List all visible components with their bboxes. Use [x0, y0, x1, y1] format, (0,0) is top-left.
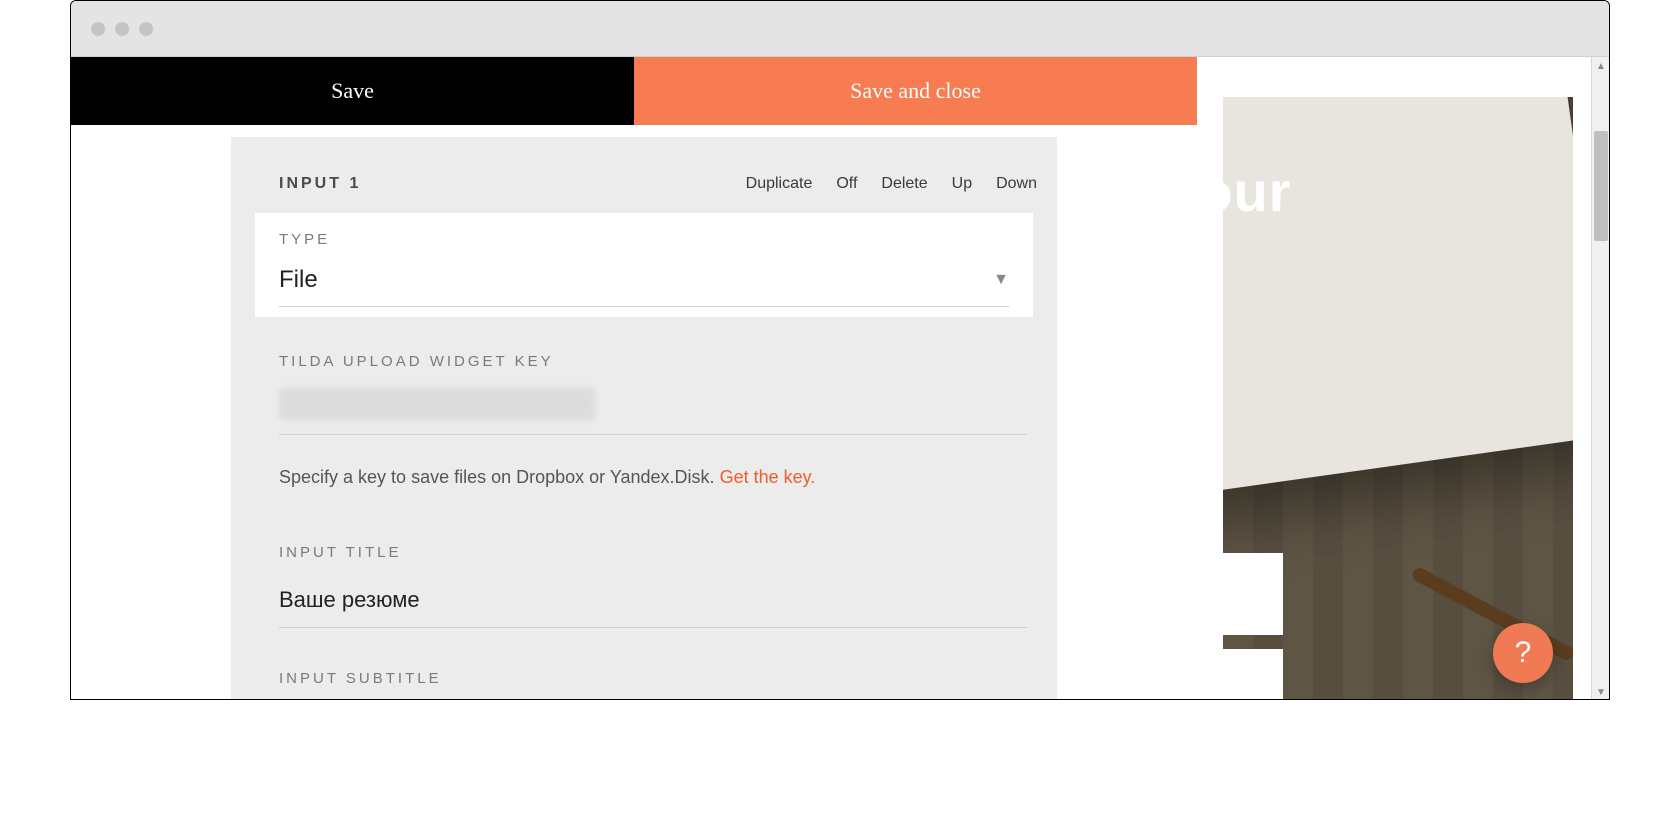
type-select[interactable]: File ▼: [279, 266, 1009, 307]
widget-key-value-redacted: [279, 388, 595, 420]
type-label: TYPE: [279, 231, 1009, 248]
widget-key-label: TILDA UPLOAD WIDGET KEY: [279, 353, 1027, 370]
type-card: TYPE File ▼: [255, 213, 1033, 317]
chevron-down-icon: ▼: [993, 271, 1009, 289]
scroll-down-icon[interactable]: ▼: [1592, 683, 1609, 700]
input-subtitle-label: INPUT SUBTITLE: [279, 670, 1027, 687]
input-title-section: INPUT TITLE: [231, 488, 1057, 628]
editor-topbar: Save Save and close: [71, 57, 1197, 125]
editor-panel-container: INPUT 1 Duplicate Off Delete Up Down TYP…: [71, 125, 1057, 700]
browser-window: ne of our ion ▲ ▼ Save Save and close IN…: [70, 0, 1610, 700]
section-actions: Duplicate Off Delete Up Down: [746, 175, 1037, 193]
help-button[interactable]: ?: [1493, 623, 1553, 683]
widget-key-section: TILDA UPLOAD WIDGET KEY Specify a key to…: [231, 317, 1057, 488]
viewport: ne of our ion ▲ ▼ Save Save and close IN…: [71, 57, 1609, 700]
save-button[interactable]: Save: [71, 57, 634, 125]
scroll-up-icon[interactable]: ▲: [1592, 57, 1609, 75]
window-minimize-icon[interactable]: [115, 22, 129, 36]
input-title-field[interactable]: [279, 579, 1027, 628]
vertical-scrollbar[interactable]: ▲ ▼: [1591, 57, 1609, 700]
save-and-close-button[interactable]: Save and close: [634, 57, 1197, 125]
scrollbar-thumb[interactable]: [1594, 131, 1608, 241]
up-action[interactable]: Up: [952, 175, 972, 193]
input-title-label: INPUT TITLE: [279, 544, 1027, 561]
window-maximize-icon[interactable]: [139, 22, 153, 36]
duplicate-action[interactable]: Duplicate: [746, 175, 813, 193]
window-close-icon[interactable]: [91, 22, 105, 36]
off-action[interactable]: Off: [836, 175, 857, 193]
editor-panel: INPUT 1 Duplicate Off Delete Up Down TYP…: [231, 137, 1057, 700]
delete-action[interactable]: Delete: [881, 175, 927, 193]
preview-form-field: [1223, 649, 1283, 700]
type-value: File: [279, 266, 318, 294]
input-subtitle-section: INPUT SUBTITLE: [231, 628, 1057, 700]
widget-key-helper: Specify a key to save files on Dropbox o…: [279, 467, 1027, 488]
down-action[interactable]: Down: [996, 175, 1037, 193]
preview-headline: ne of our: [1223, 159, 1292, 224]
preview-form-field: [1223, 553, 1283, 635]
window-titlebar: [71, 1, 1609, 57]
input-section-header: INPUT 1 Duplicate Off Delete Up Down: [231, 137, 1057, 213]
page-preview: ne of our ion: [1223, 97, 1573, 700]
get-key-link[interactable]: Get the key.: [720, 467, 816, 487]
section-title: INPUT 1: [279, 175, 361, 193]
